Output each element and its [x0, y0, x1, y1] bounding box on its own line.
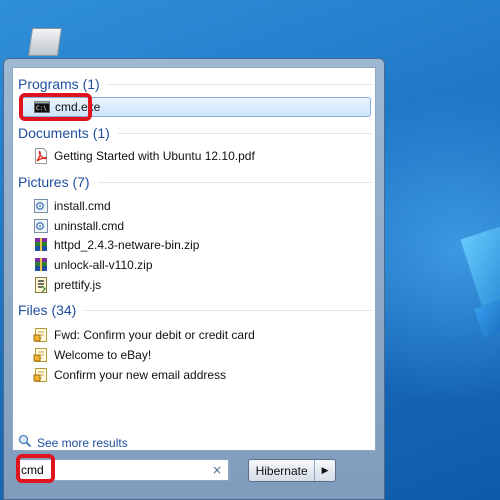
magnifier-icon	[18, 434, 32, 451]
start-menu: Programs (1) C:\ cmd.exe Documents (1) G…	[3, 58, 385, 500]
script-icon	[33, 218, 49, 234]
result-item-email-confirm-address[interactable]: Confirm your new email address	[21, 365, 371, 385]
section-title: Documents (1)	[18, 125, 110, 141]
section-header-documents[interactable]: Documents (1)	[18, 125, 372, 141]
result-label: Fwd: Confirm your debit or credit card	[54, 328, 255, 342]
section-title: Programs (1)	[18, 76, 100, 92]
search-results-panel: Programs (1) C:\ cmd.exe Documents (1) G…	[12, 67, 376, 451]
desktop-shortcut-icon[interactable]	[28, 28, 62, 56]
result-label: prettify.js	[54, 278, 102, 292]
see-more-label: See more results	[37, 435, 128, 450]
result-label: cmd.exe	[55, 100, 101, 114]
section-divider	[107, 83, 372, 85]
console-icon: C:\	[34, 99, 50, 115]
archive-icon	[33, 257, 49, 273]
result-item-ubuntu-pdf[interactable]: Getting Started with Ubuntu 12.10.pdf	[21, 146, 371, 166]
section-header-pictures[interactable]: Pictures (7)	[18, 174, 372, 190]
pdf-icon	[33, 148, 49, 164]
result-label: unlock-all-v110.zip	[54, 258, 153, 272]
hibernate-label: Hibernate	[255, 463, 308, 478]
section-title: Pictures (7)	[18, 174, 90, 190]
result-item-email-confirm-card[interactable]: Fwd: Confirm your debit or credit card	[21, 325, 371, 345]
result-item-install-cmd[interactable]: install.cmd	[21, 196, 371, 216]
result-label: Getting Started with Ubuntu 12.10.pdf	[54, 149, 255, 163]
svg-text:C:\: C:\	[36, 105, 47, 112]
result-item-cmd-exe[interactable]: C:\ cmd.exe	[21, 97, 371, 117]
result-label: Welcome to eBay!	[54, 348, 152, 362]
windows-logo-icon	[460, 223, 500, 307]
js-file-icon	[33, 277, 49, 293]
section-header-programs[interactable]: Programs (1)	[18, 76, 372, 92]
email-icon	[33, 347, 49, 363]
result-item-uninstall-cmd[interactable]: uninstall.cmd	[21, 216, 371, 236]
archive-icon	[33, 237, 49, 253]
section-divider	[97, 181, 372, 183]
hibernate-button[interactable]: Hibernate ▶	[248, 459, 336, 482]
result-item-email-welcome-ebay[interactable]: Welcome to eBay!	[21, 345, 371, 365]
power-options-arrow-icon[interactable]: ▶	[314, 460, 335, 481]
section-title: Files (34)	[18, 302, 77, 318]
result-item-prettify-js[interactable]: prettify.js	[21, 275, 371, 295]
start-search-box[interactable]: ×	[16, 459, 229, 481]
search-input[interactable]	[19, 462, 203, 478]
result-item-httpd-zip[interactable]: httpd_2.4.3-netware-bin.zip	[21, 235, 371, 255]
section-divider	[117, 132, 372, 134]
email-icon	[33, 367, 49, 383]
script-icon	[33, 198, 49, 214]
result-item-unlock-zip[interactable]: unlock-all-v110.zip	[21, 255, 371, 275]
section-header-files[interactable]: Files (34)	[18, 302, 372, 318]
clear-search-icon[interactable]: ×	[212, 463, 222, 477]
email-icon	[33, 327, 49, 343]
see-more-results-link[interactable]: See more results	[18, 434, 128, 451]
section-divider	[84, 309, 372, 311]
result-label: uninstall.cmd	[54, 219, 125, 233]
result-label: Confirm your new email address	[54, 368, 227, 382]
result-label: httpd_2.4.3-netware-bin.zip	[54, 238, 200, 252]
result-label: install.cmd	[54, 199, 111, 213]
